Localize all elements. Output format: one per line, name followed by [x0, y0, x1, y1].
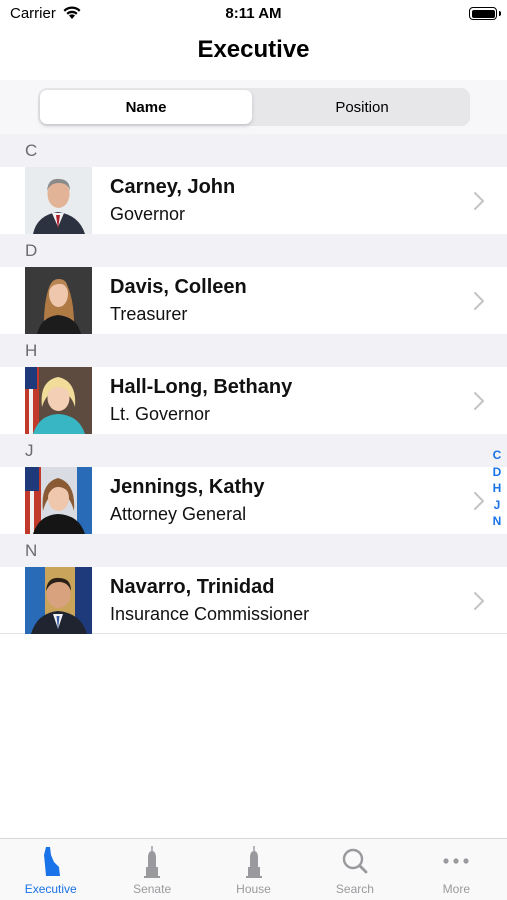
section-header-d: D — [0, 234, 507, 267]
section-header-j: J — [0, 434, 507, 467]
person-title: Governor — [110, 204, 186, 224]
person-title: Insurance Commissioner — [110, 604, 310, 624]
tab-search[interactable]: Search — [304, 839, 405, 900]
clock: 8:11 AM — [225, 5, 282, 22]
person-name: Hall-Long, Bethany — [110, 376, 293, 398]
section-header-h: H — [0, 334, 507, 367]
person-title: Attorney General — [110, 504, 247, 524]
sort-segmented-control: Name Position — [38, 88, 470, 126]
status-bar: Carrier 8:11 AM — [0, 0, 507, 28]
chevron-right-icon — [474, 292, 484, 310]
index-letter-c[interactable]: C — [491, 447, 503, 464]
person-name: Jennings, Kathy — [110, 476, 265, 498]
person-name: Davis, Colleen — [110, 276, 247, 298]
list-item[interactable]: Jennings, Kathy Attorney General — [0, 467, 507, 534]
person-photo — [25, 167, 92, 234]
list-item[interactable]: Carney, John Governor — [0, 167, 507, 234]
chevron-right-icon — [474, 592, 484, 610]
tab-senate[interactable]: Senate — [101, 839, 202, 900]
list-item[interactable]: Hall-Long, Bethany Lt. Governor — [0, 367, 507, 434]
section-index: C D H J N — [491, 447, 503, 530]
person-photo — [25, 467, 92, 534]
tab-label: More — [442, 882, 470, 896]
tab-label: Senate — [133, 882, 172, 896]
section-header-c: C — [0, 134, 507, 167]
chevron-right-icon — [474, 392, 484, 410]
tab-label: House — [236, 882, 271, 896]
index-letter-h[interactable]: H — [491, 480, 503, 497]
index-letter-d[interactable]: D — [491, 464, 503, 481]
tab-label: Executive — [24, 882, 77, 896]
executive-list: C Carney, John Governor D Davis, Colleen… — [0, 134, 507, 634]
section-header-n: N — [0, 534, 507, 567]
battery-icon — [469, 7, 501, 20]
person-name: Navarro, Trinidad — [110, 576, 275, 598]
chevron-right-icon — [474, 492, 484, 510]
page-title: Executive — [197, 36, 310, 63]
delaware-state-icon — [43, 847, 60, 876]
search-icon — [342, 848, 368, 874]
list-item[interactable]: Davis, Colleen Treasurer — [0, 267, 507, 334]
chevron-right-icon — [474, 192, 484, 210]
person-photo — [25, 267, 92, 334]
capitol-icon — [245, 846, 262, 878]
index-letter-j[interactable]: J — [491, 497, 503, 514]
list-item[interactable]: Navarro, Trinidad Insurance Commissioner — [0, 567, 507, 634]
tab-bar: Executive Senate House Search More — [0, 838, 507, 900]
person-title: Lt. Governor — [110, 404, 211, 424]
more-icon — [443, 858, 469, 864]
person-name: Carney, John — [110, 176, 236, 198]
person-title: Treasurer — [110, 304, 188, 324]
person-photo — [25, 367, 92, 434]
tab-label: Search — [335, 882, 374, 896]
index-letter-n[interactable]: N — [491, 513, 503, 530]
segment-bar: Name Position — [0, 80, 507, 134]
capitol-icon — [144, 846, 161, 878]
segment-name[interactable]: Name — [40, 90, 252, 124]
person-photo — [25, 567, 92, 634]
tab-executive[interactable]: Executive — [0, 839, 101, 900]
segment-position[interactable]: Position — [256, 90, 468, 124]
tab-more[interactable]: More — [406, 839, 507, 900]
tab-house[interactable]: House — [203, 839, 304, 900]
